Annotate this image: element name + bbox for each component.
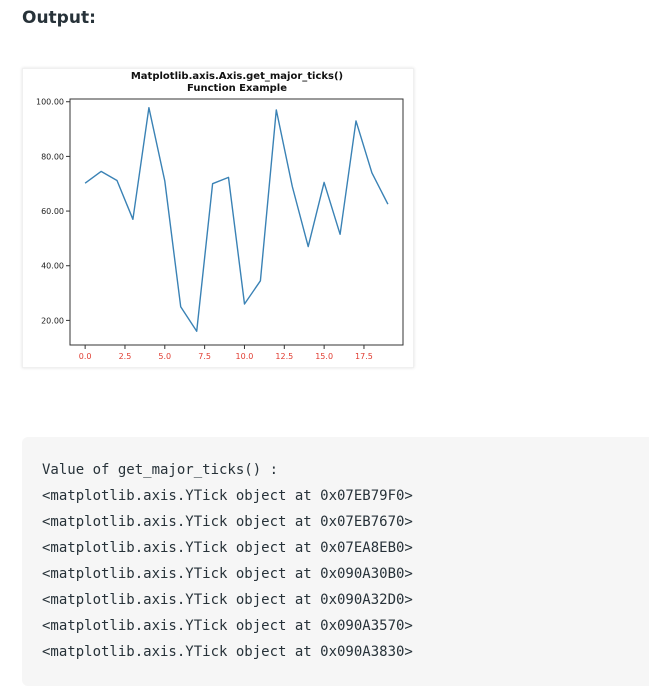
x-tick-label: 2.5 [119, 352, 132, 361]
y-tick-label: 20.00 [41, 316, 64, 325]
y-axis: 20.00 40.00 60.00 80.00 100.00 [36, 98, 70, 325]
y-tick-label: 80.00 [41, 152, 64, 161]
y-tick-label: 40.00 [41, 262, 64, 271]
x-tick-label: 0.0 [79, 352, 92, 361]
output-line: <matplotlib.axis.YTick object at 0x090A3… [42, 644, 413, 660]
x-tick-label: 7.5 [198, 352, 211, 361]
plot-area-frame [69, 98, 404, 346]
x-tick-label: 15.0 [315, 352, 333, 361]
line-chart: Matplotlib.axis.Axis.get_major_ticks() F… [36, 71, 404, 361]
output-line: <matplotlib.axis.YTick object at 0x090A3… [42, 592, 413, 608]
series-line [84, 107, 389, 332]
chart-figure: Matplotlib.axis.Axis.get_major_ticks() F… [22, 68, 414, 368]
x-tick-label: 17.5 [355, 352, 373, 361]
output-line: <matplotlib.axis.YTick object at 0x090A3… [42, 566, 413, 582]
y-tick-label: 100.00 [36, 98, 64, 107]
output-line: Value of get_major_ticks() : [42, 462, 279, 478]
output-line: <matplotlib.axis.YTick object at 0x090A3… [42, 618, 413, 634]
output-line: <matplotlib.axis.YTick object at 0x07EB7… [42, 514, 413, 530]
output-heading: Output: [22, 8, 96, 28]
x-tick-label: 10.0 [236, 352, 254, 361]
y-tick-label: 60.00 [41, 207, 64, 216]
output-line: <matplotlib.axis.YTick object at 0x07EB7… [42, 488, 413, 504]
output-code-block: Value of get_major_ticks() : <matplotlib… [22, 437, 649, 686]
chart-title-line-2: Function Example [187, 83, 287, 94]
x-tick-label: 12.5 [275, 352, 293, 361]
chart-title-line-1: Matplotlib.axis.Axis.get_major_ticks() [131, 71, 343, 82]
output-line: <matplotlib.axis.YTick object at 0x07EA8… [42, 540, 413, 556]
x-axis: 0.0 2.5 5.0 7.5 10.0 12.5 15.0 17.5 [79, 345, 373, 361]
x-tick-label: 5.0 [158, 352, 171, 361]
